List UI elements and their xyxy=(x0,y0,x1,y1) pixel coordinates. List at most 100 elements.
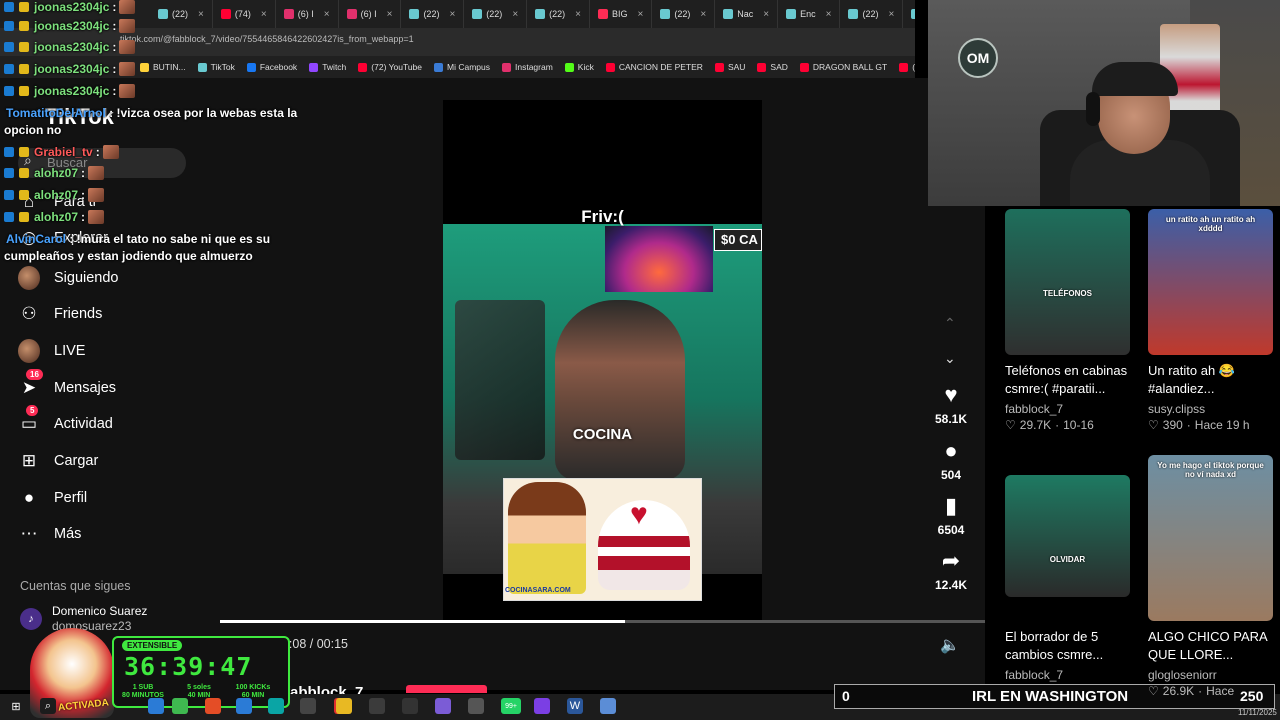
bookmark-item[interactable]: (72) YouTube xyxy=(358,62,422,72)
app-icon-14[interactable] xyxy=(534,698,550,714)
chat-badge-icon xyxy=(19,86,29,96)
volume-icon[interactable]: 🔈 xyxy=(940,635,960,655)
suggested-video-author[interactable]: susy.clipss xyxy=(1148,402,1205,416)
browser-tab[interactable]: Nac × xyxy=(715,0,779,28)
tab-close-icon[interactable]: × xyxy=(638,9,644,20)
sidebar-item-friends[interactable]: ⚇ Friends xyxy=(18,300,208,328)
app-icon-16[interactable] xyxy=(600,698,616,714)
previous-video-icon[interactable]: ⌃ xyxy=(944,315,956,332)
bookmark-item[interactable]: TikTok xyxy=(197,62,235,72)
chat-username: AlvinCarol xyxy=(6,232,67,246)
folder-icon[interactable] xyxy=(336,698,352,714)
tab-close-icon[interactable]: × xyxy=(763,9,769,20)
tab-close-icon[interactable]: × xyxy=(387,9,393,20)
bookmark-icon[interactable]: ▮ xyxy=(945,493,957,519)
sidebar-item-cargar[interactable]: ⊞ Cargar xyxy=(18,447,208,475)
browser-tab[interactable]: (22) × xyxy=(840,0,904,28)
app-icon-11[interactable] xyxy=(435,698,451,714)
browser-tab[interactable]: (6) I × xyxy=(339,0,402,28)
browser-tab[interactable]: (22) × xyxy=(401,0,465,28)
browser-tab[interactable]: (2× xyxy=(903,0,915,28)
address-bar-url[interactable]: tiktok.com/@fabblock_7/video/75544658464… xyxy=(120,34,414,44)
browser-tab[interactable]: (22) × xyxy=(464,0,528,28)
bookmark-item[interactable]: CANCION DE PETER xyxy=(605,62,703,72)
browser-tab[interactable]: (22) × xyxy=(150,0,213,28)
browser-tab[interactable]: Enc × xyxy=(778,0,841,28)
sidebar-item-siguiendo[interactable]: Siguiendo xyxy=(18,264,208,292)
tab-close-icon[interactable]: × xyxy=(449,9,455,20)
next-video-icon[interactable]: ⌄ xyxy=(944,350,956,367)
bookmark-item[interactable]: Instagram xyxy=(502,62,553,72)
share-action[interactable]: ➦ 12.4K xyxy=(928,548,974,592)
suggested-video-title[interactable]: Teléfonos en cabinas csmre:( #paratii... xyxy=(1005,362,1140,398)
tab-close-icon[interactable]: × xyxy=(826,9,832,20)
app-icon-1[interactable] xyxy=(148,698,164,714)
app-icon-12[interactable] xyxy=(468,698,484,714)
tab-close-icon[interactable]: × xyxy=(198,9,204,20)
suggested-video-thumbnail[interactable]: TELÉFONOS xyxy=(1005,209,1130,355)
tab-close-icon[interactable]: × xyxy=(575,9,581,20)
browser-tab[interactable]: (6) I × xyxy=(276,0,339,28)
whatsapp-icon[interactable]: 99+ xyxy=(501,698,521,714)
bookmark-item[interactable]: (463) James Arthur -... xyxy=(899,62,915,72)
meta-separator: · xyxy=(1055,418,1060,432)
bookmark-favicon-icon xyxy=(564,62,574,72)
suggested-video-title[interactable]: Un ratito ah 😂 #alandiez... xyxy=(1148,362,1280,398)
app-icon-6[interactable] xyxy=(300,698,316,714)
browser-tab[interactable]: BIG × xyxy=(590,0,653,28)
profile-icon-glyph: ● xyxy=(23,488,35,507)
windows-start-icon[interactable]: ⊞ xyxy=(8,698,24,714)
follow-button[interactable] xyxy=(406,685,487,693)
bookmark-item[interactable]: BUTIN... xyxy=(140,62,186,72)
bookmark-item[interactable]: Kick xyxy=(564,62,594,72)
bookmark-item[interactable]: DRAGON BALL GT xyxy=(799,62,887,72)
suggested-video-author[interactable]: fabblock_7 xyxy=(1005,402,1063,416)
app-icon-10[interactable] xyxy=(402,698,418,714)
app-icon-9[interactable] xyxy=(369,698,385,714)
comment-icon[interactable]: ● xyxy=(944,438,957,464)
suggested-video-likes: 26.9K xyxy=(1162,684,1195,698)
heart-icon[interactable]: ♥ xyxy=(944,382,957,408)
tab-close-icon[interactable]: × xyxy=(261,9,267,20)
browser-tab[interactable]: (22) × xyxy=(527,0,591,28)
app-icon-4[interactable] xyxy=(236,698,252,714)
following-avatar[interactable]: ♪ xyxy=(20,608,42,630)
browser-tab[interactable]: (22) × xyxy=(652,0,716,28)
suggested-video-thumbnail[interactable]: Yo me hago el tiktok porque no ví nada x… xyxy=(1148,455,1273,621)
suggested-video-title[interactable]: ALGO CHICO PARA QUE LLORE... xyxy=(1148,628,1280,664)
heart-action[interactable]: ♥ 58.1K xyxy=(928,382,974,426)
suggested-video-thumbnail[interactable]: un ratito ah un ratito ah xdddd xyxy=(1148,209,1273,355)
suggested-video-title[interactable]: El borrador de 5 cambios csmre... xyxy=(1005,628,1140,664)
app-icon-5[interactable] xyxy=(268,698,284,714)
bookmark-item[interactable]: SAU xyxy=(714,62,745,72)
video-progress-fill[interactable] xyxy=(220,620,626,623)
bookmark-item[interactable]: SAD xyxy=(757,62,788,72)
bookmark-action[interactable]: ▮ 6504 xyxy=(928,493,974,537)
app-icon-3[interactable] xyxy=(205,698,221,714)
share-icon[interactable]: ➦ xyxy=(942,548,960,574)
sidebar-item-perfil[interactable]: ● Perfil xyxy=(18,484,208,512)
suggested-video-thumbnail[interactable]: OLVIDAR xyxy=(1005,475,1130,597)
word-icon[interactable]: W xyxy=(567,698,583,714)
bookmark-item[interactable]: Twitch xyxy=(309,62,346,72)
video-overlay-text: Friv:( xyxy=(581,207,624,226)
search-icon[interactable]: ⌕ xyxy=(40,698,56,714)
tab-close-icon[interactable]: × xyxy=(888,9,894,20)
suggested-video-author[interactable]: fabblock_7 xyxy=(1005,668,1063,682)
sidebar-item-actividad[interactable]: ▭ 5 Actividad xyxy=(18,405,208,438)
comment-action[interactable]: ● 504 xyxy=(928,438,974,482)
browser-tab[interactable]: (74) × xyxy=(213,0,276,28)
bookmark-item[interactable]: Facebook xyxy=(246,62,297,72)
suggested-video-author[interactable]: glogloseniorr xyxy=(1148,668,1217,682)
tab-close-icon[interactable]: × xyxy=(700,9,706,20)
tab-favicon-icon xyxy=(220,9,231,19)
sidebar-item-live[interactable]: LIVE xyxy=(18,337,208,365)
sidebar-item-mensajes[interactable]: ➤ 16 Mensajes xyxy=(18,369,208,402)
app-icon-2[interactable] xyxy=(172,698,188,714)
sidebar-item-ms[interactable]: ⋯ Más xyxy=(18,520,208,548)
send-icon-glyph: ➤ xyxy=(21,378,37,397)
tab-close-icon[interactable]: × xyxy=(512,9,518,20)
following-name[interactable]: Domenico Suarez xyxy=(52,604,147,618)
bookmark-item[interactable]: Mi Campus xyxy=(434,62,490,72)
tab-close-icon[interactable]: × xyxy=(324,9,330,20)
